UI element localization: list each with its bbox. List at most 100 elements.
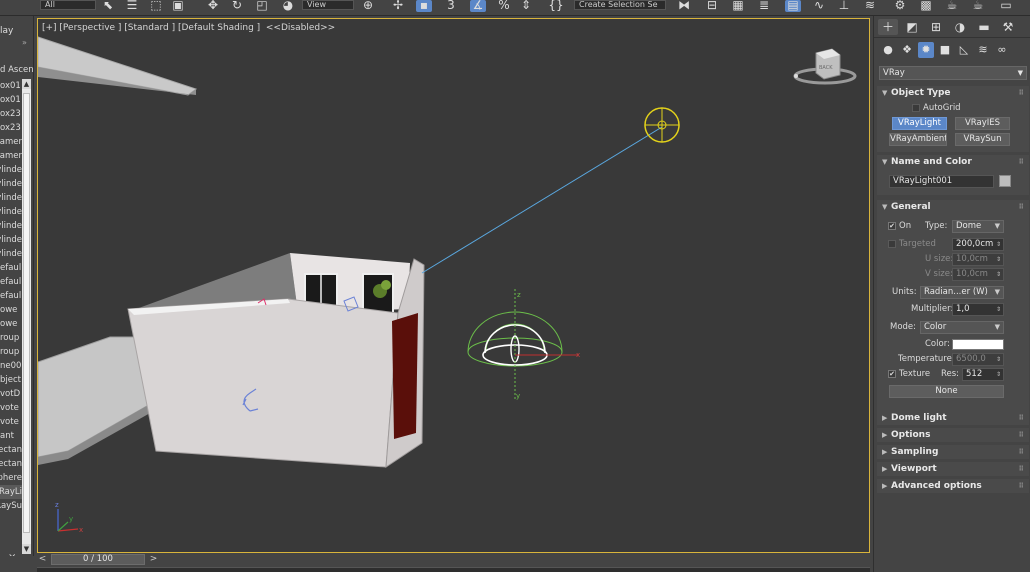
list-item[interactable]: efaul bbox=[0, 261, 22, 275]
list-item[interactable]: votD bbox=[0, 387, 22, 401]
rotate-icon[interactable]: ↻ bbox=[229, 0, 245, 12]
vrayies-button[interactable]: VRayIES bbox=[955, 117, 1010, 130]
schematic-view-icon[interactable]: ⊥ bbox=[836, 0, 852, 12]
list-item[interactable]: vote bbox=[0, 401, 22, 415]
list-item[interactable]: ectan bbox=[0, 443, 22, 457]
roof-slab[interactable] bbox=[38, 36, 198, 96]
list-item[interactable]: efaul bbox=[0, 275, 22, 289]
systems-icon[interactable]: ∞ bbox=[994, 42, 1010, 58]
curve-editor-icon[interactable]: ∿ bbox=[811, 0, 827, 12]
list-item[interactable]: vote bbox=[0, 415, 22, 429]
light-color-swatch[interactable] bbox=[952, 339, 1004, 350]
viewport-label[interactable]: [+] [Perspective ] [Standard ] [Default … bbox=[42, 23, 335, 33]
list-item[interactable]: ox01 bbox=[0, 79, 22, 93]
time-slider[interactable]: 0 / 100 bbox=[51, 554, 145, 565]
list-item[interactable]: owe bbox=[0, 303, 22, 317]
list-item[interactable]: roup bbox=[0, 345, 22, 359]
list-item[interactable]: ylinde bbox=[0, 177, 22, 191]
scroll-up-icon[interactable]: ▲ bbox=[22, 79, 31, 89]
texture-resolution-spinner[interactable]: 512 ⇕ bbox=[962, 368, 1004, 381]
selection-filter-dropdown[interactable]: All bbox=[40, 0, 96, 10]
explorer-scrollbar[interactable]: ▲ ▼ bbox=[22, 79, 31, 554]
list-item[interactable]: efaul bbox=[0, 289, 22, 303]
list-item[interactable]: owe bbox=[0, 317, 22, 331]
spinner-arrows-icon[interactable]: ⇕ bbox=[996, 239, 1001, 250]
hierarchy-tab-icon[interactable]: ⊞ bbox=[926, 19, 946, 35]
scroll-down-icon[interactable]: ▼ bbox=[22, 544, 31, 554]
list-item[interactable]: RayLi bbox=[0, 485, 22, 499]
door[interactable] bbox=[392, 313, 418, 439]
list-item[interactable]: ylinde bbox=[0, 163, 22, 177]
v-size-spinner[interactable]: 10,0cm ⇕ bbox=[952, 268, 1004, 281]
motion-tab-icon[interactable]: ◑ bbox=[950, 19, 970, 35]
material-editor-icon[interactable]: ≋ bbox=[862, 0, 878, 12]
list-item[interactable]: ylinde bbox=[0, 247, 22, 261]
named-selection-set-dropdown[interactable]: Create Selection Se bbox=[574, 0, 666, 10]
window-crossing-icon[interactable]: ▣ bbox=[170, 0, 186, 12]
list-item[interactable]: bject bbox=[0, 373, 22, 387]
scene-explorer-icon[interactable]: ▦ bbox=[730, 0, 746, 12]
options-rollout[interactable]: ▶ Options ⠿ bbox=[877, 428, 1029, 442]
list-item[interactable]: ne00 bbox=[0, 359, 22, 373]
targeted-checkbox[interactable] bbox=[888, 240, 896, 248]
ribbon-toggle-icon[interactable]: ▤ bbox=[785, 0, 801, 12]
spinner-arrows-icon[interactable]: ⇕ bbox=[996, 254, 1001, 265]
object-name-field[interactable]: VRayLight001 bbox=[889, 175, 994, 188]
list-item[interactable]: ylinde bbox=[0, 191, 22, 205]
sort-header[interactable]: d Ascend bbox=[0, 65, 33, 75]
previous-frame-button[interactable]: < bbox=[37, 554, 48, 565]
select-manipulate-icon[interactable]: ✢ bbox=[390, 0, 406, 12]
list-item[interactable]: ox23 bbox=[0, 107, 22, 121]
percent-snap-icon[interactable]: % bbox=[496, 0, 512, 12]
object-color-swatch[interactable] bbox=[999, 175, 1011, 187]
viewport-header[interactable]: ▶ Viewport ⠿ bbox=[877, 462, 1029, 476]
place-icon[interactable]: ◕ bbox=[280, 0, 296, 12]
spinner-arrows-icon[interactable]: ⇕ bbox=[996, 304, 1001, 315]
render-setup-icon[interactable]: ⚙ bbox=[892, 0, 908, 12]
advanced-options-rollout[interactable]: ▶ Advanced options ⠿ bbox=[877, 479, 1029, 493]
collapse-arrows-icon[interactable]: » bbox=[22, 38, 27, 47]
space-warps-icon[interactable]: ≋ bbox=[975, 42, 991, 58]
list-item[interactable]: amer bbox=[0, 135, 22, 149]
drag-handle-icon[interactable]: ⠿ bbox=[1019, 445, 1024, 459]
move-icon[interactable]: ✥ bbox=[205, 0, 221, 12]
track-bar[interactable] bbox=[37, 567, 870, 572]
u-size-spinner[interactable]: 10,0cm ⇕ bbox=[952, 253, 1004, 266]
dome-light-gizmo[interactable] bbox=[467, 289, 578, 399]
dome-light-rollout[interactable]: ▶ Dome light ⠿ bbox=[877, 411, 1029, 425]
modify-tab-icon[interactable]: ◩ bbox=[902, 19, 922, 35]
next-frame-button[interactable]: > bbox=[148, 554, 159, 565]
autogrid-checkbox[interactable] bbox=[912, 104, 920, 112]
utilities-tab-icon[interactable]: ⚒ bbox=[998, 19, 1018, 35]
perspective-viewport[interactable]: x y z BACK x y z [+] [Perspective ] [Sta… bbox=[37, 18, 870, 553]
vraylight-button[interactable]: VRayLight bbox=[892, 117, 947, 130]
select-object-icon[interactable]: ⬉ bbox=[100, 0, 116, 12]
create-tab-icon[interactable]: ＋ bbox=[878, 19, 898, 35]
list-item[interactable]: ox01 bbox=[0, 93, 22, 107]
helpers-icon[interactable]: ◺ bbox=[956, 42, 972, 58]
drag-handle-icon[interactable]: ⠿ bbox=[1019, 462, 1024, 476]
light-type-dropdown[interactable]: Dome ▼ bbox=[952, 220, 1004, 233]
spinner-arrows-icon[interactable]: ⇕ bbox=[996, 269, 1001, 280]
list-item[interactable]: amer bbox=[0, 149, 22, 163]
spinner-arrows-icon[interactable]: ⇕ bbox=[996, 354, 1001, 365]
layer-explorer-icon[interactable]: ≣ bbox=[756, 0, 772, 12]
spinner-snap-icon[interactable]: ⇕ bbox=[518, 0, 534, 12]
cameras-icon[interactable]: ■ bbox=[937, 42, 953, 58]
list-item[interactable]: ylinde bbox=[0, 233, 22, 247]
scale-icon[interactable]: ◰ bbox=[254, 0, 270, 12]
drag-handle-icon[interactable]: ⠿ bbox=[1019, 200, 1024, 214]
light-category-dropdown[interactable]: VRay ▼ bbox=[879, 66, 1027, 80]
vrayambientlight-button[interactable]: VRayAmbientLight bbox=[889, 133, 947, 146]
list-item[interactable]: ylinde bbox=[0, 219, 22, 233]
viewport-rollout[interactable]: ▶ Viewport ⠿ bbox=[877, 462, 1029, 476]
list-item[interactable]: phere bbox=[0, 471, 22, 485]
spinner-arrows-icon[interactable]: ⇕ bbox=[996, 369, 1001, 380]
render-iterative-icon[interactable]: ☕ bbox=[970, 0, 986, 12]
drag-handle-icon[interactable]: ⠿ bbox=[1019, 411, 1024, 425]
select-by-name-icon[interactable]: ☰ bbox=[124, 0, 140, 12]
reference-coordinate-dropdown[interactable]: View bbox=[302, 0, 354, 10]
texture-checkbox[interactable]: ✔ bbox=[888, 370, 896, 378]
scrollbar-thumb[interactable] bbox=[23, 93, 30, 533]
keyboard-shortcut-toggle-icon[interactable]: ▪ bbox=[416, 0, 432, 12]
